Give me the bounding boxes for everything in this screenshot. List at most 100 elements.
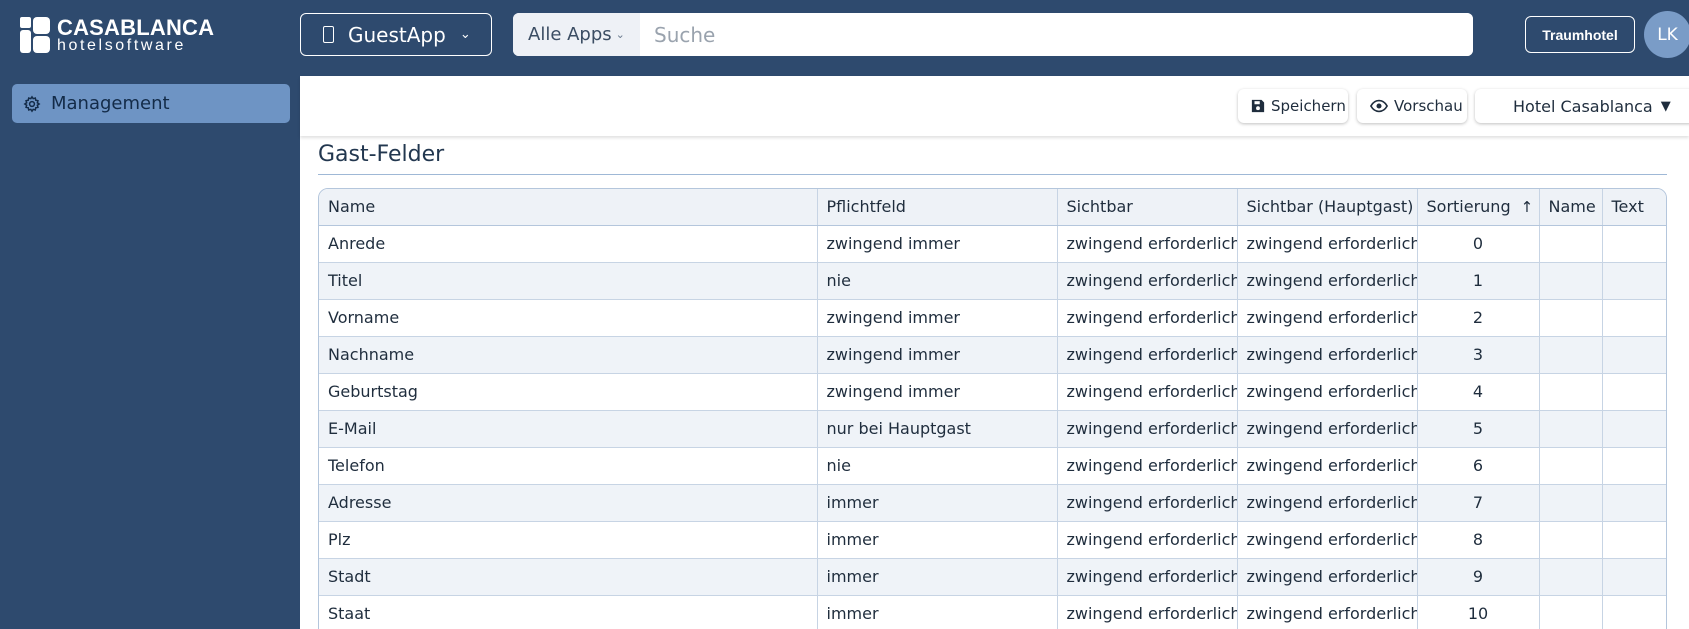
hotel-button[interactable]: Traumhotel [1525,16,1635,53]
column-header-visible[interactable]: Sichtbar [1057,189,1238,226]
cell-text [1602,373,1666,411]
title-divider [318,174,1667,175]
cell-label-name [1539,225,1603,263]
cell-visible: zwingend erforderlich [1057,299,1238,337]
table-row[interactable]: Stadt immer zwingend erforderlich zwingend … [319,558,1666,596]
sidebar: Management [0,76,300,629]
cell-name: Plz [319,521,818,559]
cell-visible: zwingend erforderlich [1057,262,1238,300]
cell-visible-main-guest: zwingend erforderlich [1237,336,1418,374]
smartphone-icon [323,26,334,43]
cell-required: zwingend immer [817,299,1058,337]
cell-sort-order: 10 [1417,595,1540,629]
app-switcher-button[interactable]: GuestApp ⌄ [300,13,492,56]
cell-text [1602,262,1666,300]
search-scope-dropdown[interactable]: Alle Apps ⌄ [513,13,640,56]
brand-tagline: hotelsoftware [57,36,186,54]
cell-required: immer [817,521,1058,559]
page-title: Gast-Felder [318,142,445,167]
table-header-row: Name Pflichtfeld Sichtbar Sichtbar (Haup… [319,189,1666,226]
search-scope-label: Alle Apps [528,24,612,45]
cell-visible-main-guest: zwingend erforderlich [1237,225,1418,263]
cell-sort-order: 2 [1417,299,1540,337]
table-row[interactable]: Titel nie zwingend erforderlich zwingend er… [319,262,1666,300]
table-row[interactable]: E-Mail nur bei Hauptgast zwingend erforder… [319,410,1666,448]
table-row[interactable]: Plz immer zwingend erforderlich zwingend er… [319,521,1666,559]
cell-text [1602,410,1666,448]
cell-label-name [1539,299,1603,337]
cell-name: Telefon [319,447,818,485]
column-header-required[interactable]: Pflichtfeld [817,189,1058,226]
table-row[interactable]: Geburtstag zwingend immer zwingend erforde… [319,373,1666,411]
cell-name: Vorname [319,299,818,337]
column-header-sort-order[interactable]: Sortierung ↑ [1417,189,1540,226]
cell-sort-order: 3 [1417,336,1540,374]
cell-sort-order: 5 [1417,410,1540,448]
search-input[interactable] [640,13,1473,56]
sidebar-item-label: Management [51,93,170,114]
cell-sort-order: 6 [1417,447,1540,485]
cell-visible: zwingend erforderlich [1057,595,1238,629]
cell-sort-order: 4 [1417,373,1540,411]
preview-button[interactable]: Vorschau [1357,89,1467,123]
column-header-text[interactable]: Text [1602,189,1666,226]
cell-text [1602,558,1666,596]
cell-visible: zwingend erforderlich [1057,558,1238,596]
chevron-down-icon: ⌄ [615,28,625,41]
table-row[interactable]: Telefon nie zwingend erforderlich zwingend … [319,447,1666,485]
cell-visible: zwingend erforderlich [1057,521,1238,559]
sidebar-item-management[interactable]: Management [12,84,290,123]
user-avatar[interactable]: LK [1644,11,1689,58]
cell-required: nie [817,447,1058,485]
caret-down-icon: ▼ [1660,98,1671,114]
table-row[interactable]: Anrede zwingend immer zwingend erforderlic… [319,225,1666,263]
cell-visible-main-guest: zwingend erforderlich [1237,484,1418,522]
cell-name: Stadt [319,558,818,596]
cell-name: Adresse [319,484,818,522]
app-switcher-label: GuestApp [348,22,446,47]
cell-required: zwingend immer [817,225,1058,263]
table-body: Anrede zwingend immer zwingend erforderlic… [319,225,1666,629]
gear-icon [23,95,41,112]
cell-label-name [1539,373,1603,411]
cell-visible-main-guest: zwingend erforderlich [1237,299,1418,337]
table-row[interactable]: Vorname zwingend immer zwingend erforderli… [319,299,1666,337]
cell-required: zwingend immer [817,373,1058,411]
cell-label-name [1539,336,1603,374]
cell-visible-main-guest: zwingend erforderlich [1237,447,1418,485]
cell-sort-order: 0 [1417,225,1540,263]
cell-label-name [1539,410,1603,448]
column-header-label-name[interactable]: Name [1539,189,1603,226]
search-bar: Alle Apps ⌄ [513,13,1473,56]
cell-text [1602,336,1666,374]
chevron-down-icon: ⌄ [459,27,471,42]
table-row[interactable]: Adresse immer zwingend erforderlich zwingen… [319,484,1666,522]
cell-required: nie [817,262,1058,300]
table-row[interactable]: Staat immer zwingend erforderlich zwingend … [319,595,1666,629]
floppy-disk-icon [1251,99,1265,113]
cell-text [1602,484,1666,522]
brand-logo[interactable]: CASABLANCA hotelsoftware [20,16,214,54]
column-header-name[interactable]: Name [319,189,818,226]
hotel-select-dropdown[interactable]: Hotel Casablanca ▼ [1475,89,1689,123]
eye-icon [1370,99,1388,113]
cell-visible-main-guest: zwingend erforderlich [1237,558,1418,596]
cell-name: Titel [319,262,818,300]
cell-visible: zwingend erforderlich [1057,225,1238,263]
save-button[interactable]: Speichern [1238,89,1348,123]
cell-required: zwingend immer [817,336,1058,374]
cell-sort-order: 9 [1417,558,1540,596]
table-row[interactable]: Nachname zwingend immer zwingend erforderl… [319,336,1666,374]
guest-fields-table: Name Pflichtfeld Sichtbar Sichtbar (Haup… [318,188,1667,629]
cell-name: Staat [319,595,818,629]
sort-ascending-icon: ↑ [1520,198,1534,217]
cell-label-name [1539,521,1603,559]
cell-label-name [1539,447,1603,485]
cell-sort-order: 7 [1417,484,1540,522]
cell-text [1602,595,1666,629]
cell-required: nur bei Hauptgast [817,410,1058,448]
column-header-visible-main-guest[interactable]: Sichtbar (Hauptgast) [1237,189,1418,226]
cell-visible: zwingend erforderlich [1057,484,1238,522]
cell-visible-main-guest: zwingend erforderlich [1237,595,1418,629]
cell-visible: zwingend erforderlich [1057,447,1238,485]
